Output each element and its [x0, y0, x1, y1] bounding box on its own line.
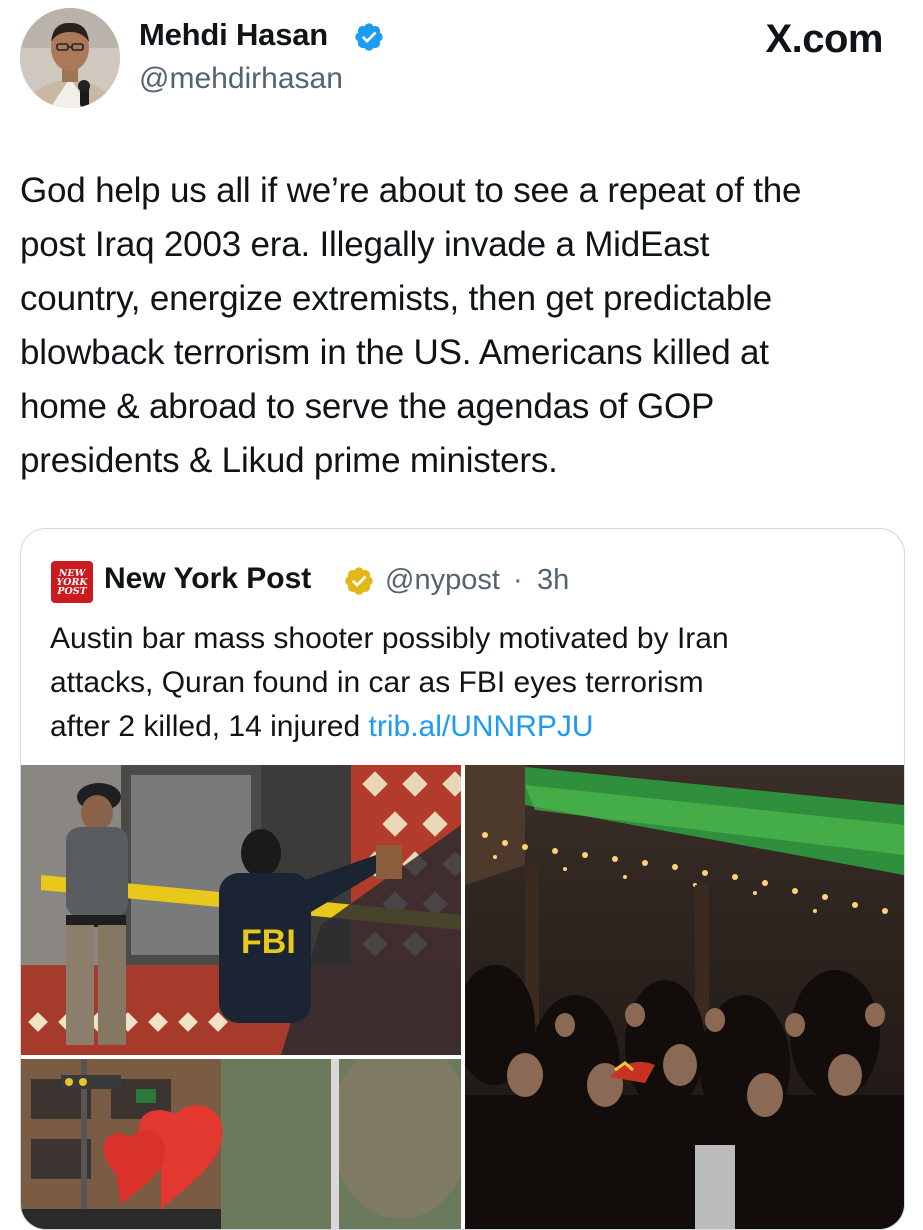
quoted-line: after 2 killed, 14 injured [50, 710, 369, 743]
site-label: X.com [765, 17, 883, 61]
quoted-tweet-text: Austin bar mass shooter possibly motivat… [50, 617, 890, 749]
tweet-line: God help us all if we’re about to see a … [20, 171, 802, 210]
photo-fbi-agents[interactable]: FBI [21, 765, 461, 1055]
tweet-header: Mehdi Hasan @mehdirhasan X.com [0, 0, 923, 140]
photo-street-sign[interactable] [21, 1059, 461, 1229]
verified-blue-icon [353, 21, 385, 53]
verified-gold-icon [343, 565, 375, 597]
avatar-photo [20, 8, 120, 108]
tweet-line: post Iraq 2003 era. Illegally invade a M… [20, 225, 710, 264]
meta-separator: · [513, 564, 523, 596]
nypost-logo[interactable]: NEW YORK POST [51, 561, 93, 603]
author-avatar[interactable] [20, 8, 120, 108]
tweet-line: presidents & Likud prime ministers. [20, 441, 558, 480]
tweet-line: country, energize extremists, then get p… [20, 279, 772, 318]
quoted-link[interactable]: trib.al/UNNRPJU [369, 710, 594, 743]
fbi-jacket-text: FBI [241, 923, 296, 961]
nypost-logo-line: POST [57, 585, 87, 597]
tweet-text: God help us all if we’re about to see a … [20, 164, 910, 488]
author-name[interactable]: Mehdi Hasan [139, 17, 328, 53]
quoted-line: attacks, Quran found in car as FBI eyes … [50, 666, 704, 699]
quoted-author-handle[interactable]: @nypost [385, 564, 500, 597]
quoted-timestamp[interactable]: 3h [537, 564, 569, 597]
photo-bar-crowd[interactable] [465, 765, 904, 1229]
tweet-line: blowback terrorism in the US. Americans … [20, 333, 769, 372]
author-handle[interactable]: @mehdirhasan [139, 62, 343, 96]
quoted-tweet-card[interactable]: NEW YORK POST New York Post @nypost · 3h… [20, 528, 905, 1230]
quoted-author-name[interactable]: New York Post [104, 562, 311, 596]
quoted-line: Austin bar mass shooter possibly motivat… [50, 622, 729, 655]
tweet-line: home & abroad to serve the agendas of GO… [20, 387, 715, 426]
